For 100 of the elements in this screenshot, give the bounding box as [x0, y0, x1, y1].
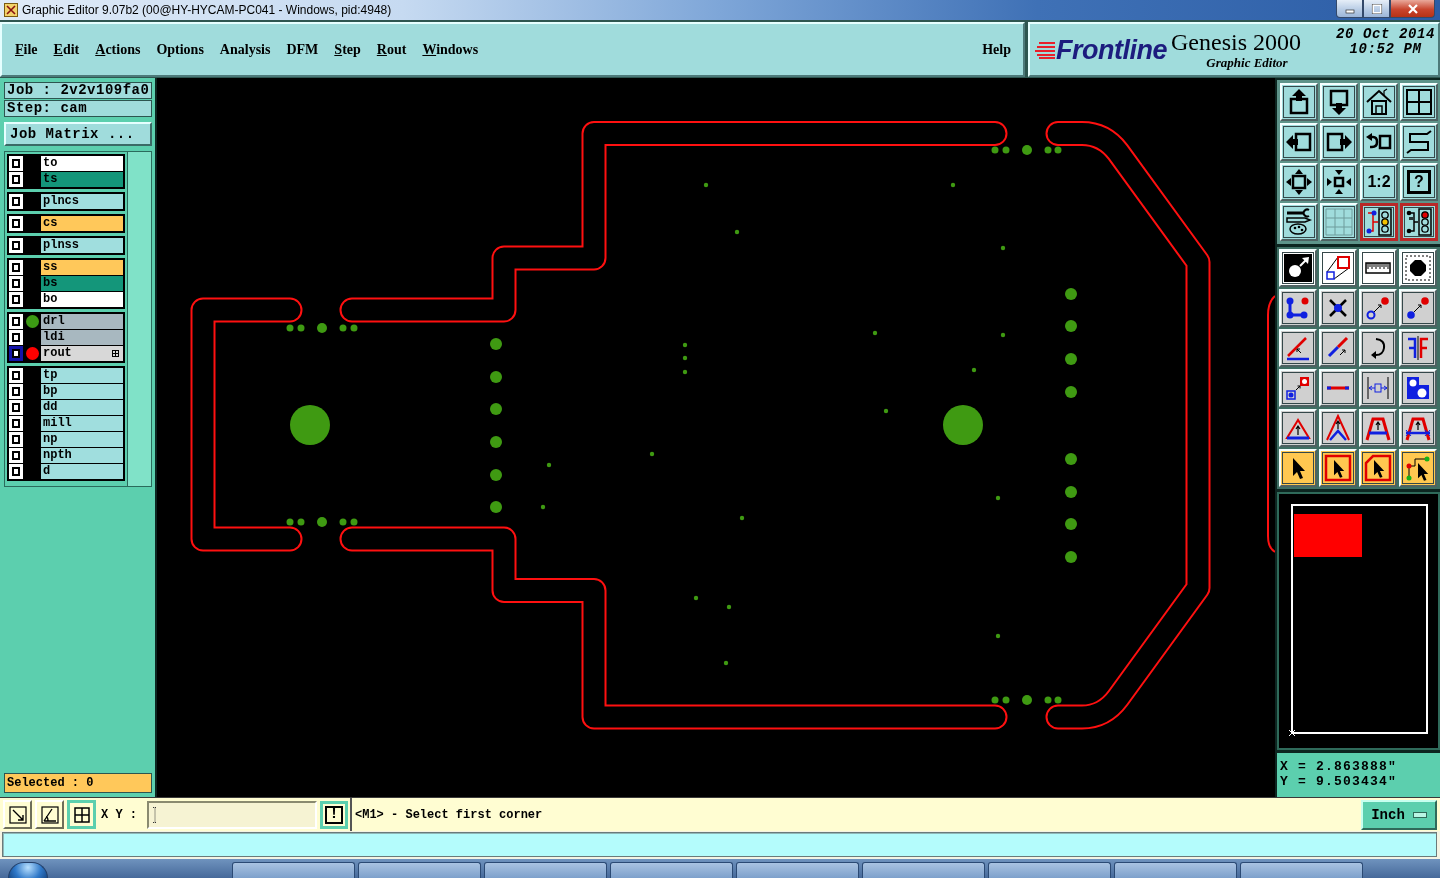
layer-name[interactable]: ts [41, 172, 123, 187]
menu-item[interactable]: Options [156, 41, 204, 58]
menu-item[interactable]: Actions [95, 41, 141, 58]
edit-tool-button[interactable] [1359, 289, 1397, 327]
overview-panel[interactable] [1277, 492, 1440, 750]
edit-tool-button[interactable] [1319, 409, 1357, 447]
edit-tool-button[interactable] [1399, 369, 1437, 407]
layer-checkbox[interactable] [9, 346, 23, 361]
product-subtitle: Graphic Editor [1206, 54, 1288, 71]
edit-tool-button[interactable] [1319, 289, 1357, 327]
edit-tool-button[interactable] [1279, 409, 1317, 447]
edit-tool-button[interactable] [1399, 289, 1437, 327]
taskbar-button[interactable] [988, 862, 1111, 878]
layer-name[interactable]: bs [41, 276, 123, 291]
edit-tool-button[interactable] [1399, 329, 1437, 367]
taskbar-button[interactable] [232, 862, 355, 878]
taskbar-button[interactable] [736, 862, 859, 878]
edit-tool-button[interactable] [1319, 369, 1357, 407]
layer-name[interactable]: bp [41, 384, 123, 399]
alert-button[interactable]: ! [320, 800, 348, 829]
edit-tool-button[interactable] [1359, 329, 1397, 367]
taskbar-button[interactable] [358, 862, 481, 878]
layer-name[interactable]: rout [41, 346, 123, 361]
help-menu[interactable]: Help [982, 41, 1011, 58]
pad [1065, 288, 1077, 300]
view-tool-button[interactable]: 1:2 [1360, 163, 1398, 201]
layer-name[interactable]: np [41, 432, 123, 447]
edit-tool-button[interactable] [1319, 449, 1357, 487]
edit-tool-button[interactable] [1359, 449, 1397, 487]
close-button[interactable] [1390, 0, 1435, 18]
edit-tool-button[interactable] [1359, 249, 1397, 287]
small-pad [546, 462, 552, 468]
layer-name[interactable]: dd [41, 400, 123, 415]
start-button[interactable] [8, 862, 48, 878]
snap-button[interactable] [67, 800, 96, 829]
layer-name[interactable]: to [41, 156, 123, 171]
line-icon [1324, 386, 1352, 390]
edit-tool-button[interactable] [1279, 369, 1317, 407]
zigzag-icon [1405, 128, 1433, 156]
menu-item[interactable]: Analysis [219, 41, 271, 58]
pad [1022, 145, 1032, 155]
taskbar-button[interactable] [862, 862, 985, 878]
pad [1065, 551, 1077, 563]
small-pad [734, 229, 740, 235]
minimize-button[interactable] [1336, 0, 1363, 18]
edit-tool-button[interactable] [1399, 409, 1437, 447]
pad [1065, 486, 1077, 498]
edit-tool-button[interactable] [1279, 249, 1317, 287]
selected-count: Selected : 0 [4, 773, 152, 793]
layer-name[interactable]: plncs [41, 194, 123, 209]
edit-tool-button[interactable] [1279, 449, 1317, 487]
view-tool-button[interactable] [1360, 203, 1398, 241]
edit-tool-button[interactable] [1359, 409, 1397, 447]
taskbar-button[interactable] [484, 862, 607, 878]
grid-snap-icon [71, 804, 92, 825]
taskbar-button[interactable] [1240, 862, 1363, 878]
small-pad [723, 660, 729, 666]
layer-name[interactable]: plnss [41, 238, 123, 253]
layer-name[interactable]: drl [41, 314, 123, 329]
layer-name[interactable]: ss [41, 260, 123, 275]
scroll-track[interactable] [128, 152, 151, 486]
maximize-button[interactable] [1363, 0, 1390, 18]
layer-name[interactable]: npth [41, 448, 123, 463]
menu-item[interactable]: DFM [286, 41, 319, 58]
taskbar-button[interactable] [610, 862, 733, 878]
menu-item[interactable]: Windows [422, 41, 479, 58]
layer-name[interactable]: mill [41, 416, 123, 431]
edit-tool-button[interactable] [1319, 329, 1357, 367]
menu-item[interactable]: Rout [376, 41, 407, 58]
edit-tool-button[interactable] [1319, 249, 1357, 287]
view-tool-button[interactable] [1400, 203, 1438, 241]
dimension-icon [1364, 374, 1392, 402]
menu-item[interactable]: Edit [53, 41, 80, 58]
layer-name[interactable]: cs [41, 216, 123, 231]
menu-item[interactable]: File [15, 41, 38, 58]
pad [1022, 695, 1032, 705]
plus-box-icon [112, 350, 119, 357]
linked-squares-icon [1324, 254, 1352, 282]
edit-tool-button[interactable] [1399, 249, 1437, 287]
chevron-icon [1324, 414, 1352, 442]
edit-tool-button[interactable] [1359, 369, 1397, 407]
pad [490, 371, 502, 383]
xy-input-field[interactable] [147, 800, 317, 829]
layer-name[interactable]: bo [41, 292, 123, 307]
edit-tool-button[interactable] [1279, 289, 1317, 327]
edit-tool-button[interactable] [1279, 329, 1317, 367]
view-tool-button[interactable]: ? [1400, 163, 1438, 201]
house-icon [1365, 88, 1393, 116]
taskbar-button[interactable] [1114, 862, 1237, 878]
command-input[interactable] [2, 832, 1437, 857]
layer-name[interactable]: d [41, 464, 123, 479]
units-button[interactable]: Inch [1361, 799, 1437, 830]
layer-name[interactable]: tp [41, 368, 123, 383]
edit-tool-button[interactable] [1399, 449, 1437, 487]
small-pad [693, 595, 699, 601]
menu-item[interactable]: Step [334, 41, 361, 58]
restore-icon [1370, 3, 1383, 14]
layer-name[interactable]: ldi [41, 330, 123, 345]
pad [1065, 453, 1077, 465]
job-matrix-button[interactable]: Job Matrix ... [4, 122, 152, 146]
